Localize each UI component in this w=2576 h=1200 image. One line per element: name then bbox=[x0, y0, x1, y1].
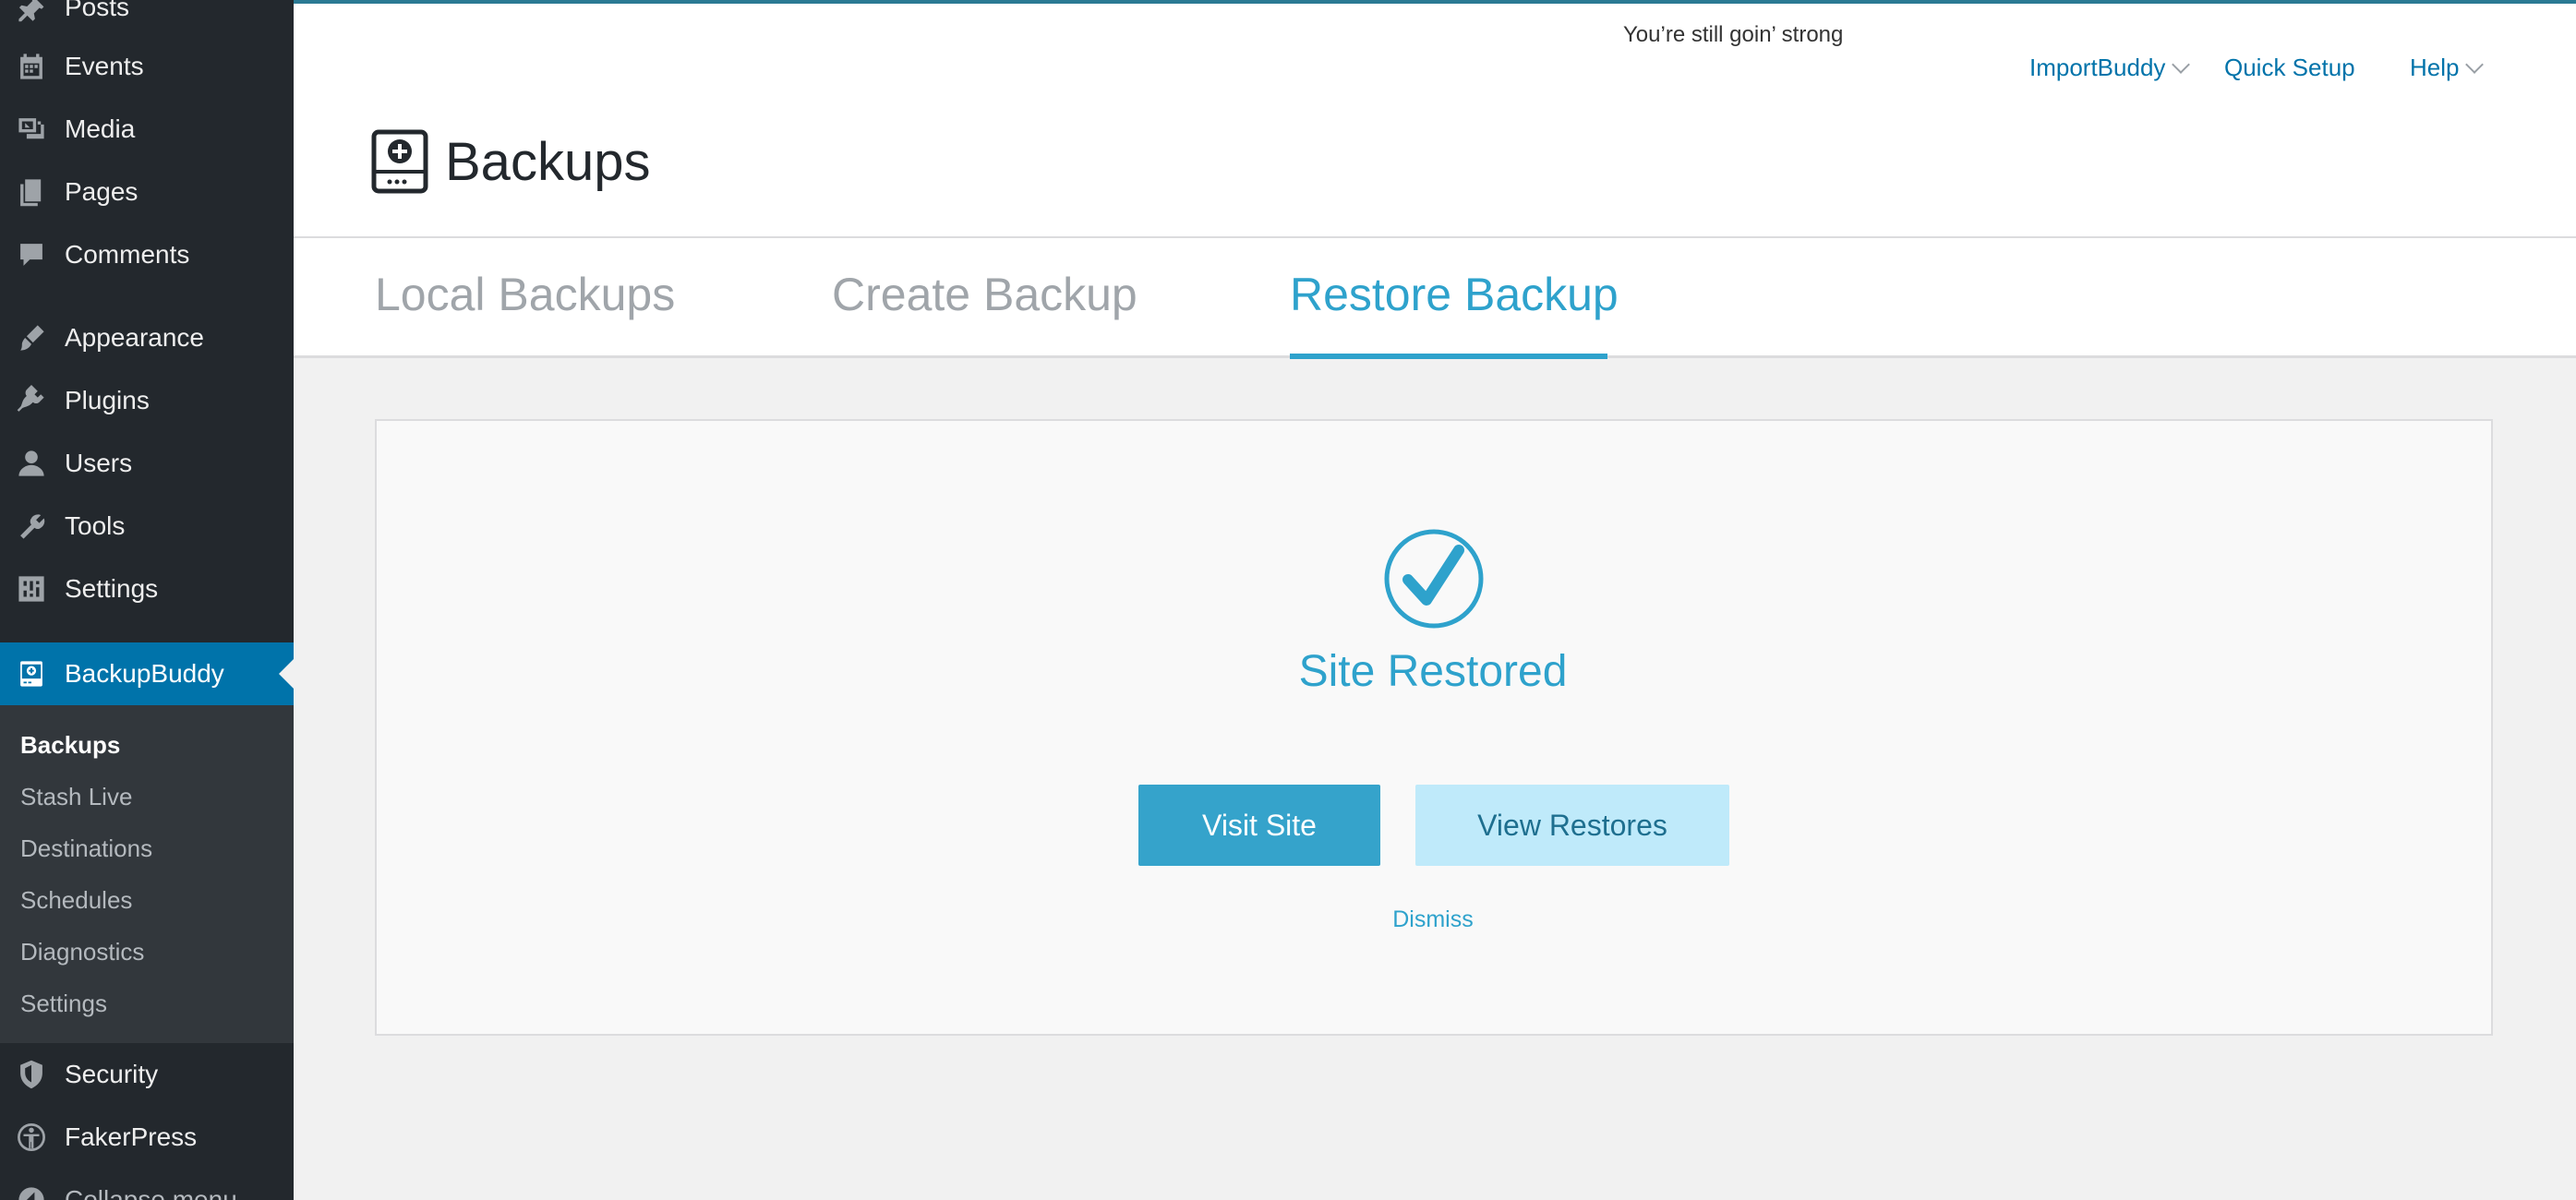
sidebar-item-pages[interactable]: Pages bbox=[0, 164, 294, 220]
sidebar-item-plugins[interactable]: Plugins bbox=[0, 373, 294, 428]
backupbuddy-submenu: Backups Stash Live Destinations Schedule… bbox=[0, 705, 294, 1043]
collapse-icon bbox=[15, 1183, 48, 1200]
chevron-down-icon bbox=[2465, 54, 2485, 74]
admin-sidebar: Posts Events Media Pages Comments Appear… bbox=[0, 0, 294, 1200]
active-tab-indicator bbox=[1290, 354, 1607, 359]
importbuddy-dropdown[interactable]: ImportBuddy bbox=[2029, 54, 2191, 82]
sidebar-item-backupbuddy[interactable]: BackupBuddy bbox=[0, 642, 294, 705]
backupbuddy-icon bbox=[15, 657, 48, 690]
sidebar-item-label: Plugins bbox=[65, 386, 150, 414]
dismiss-link[interactable]: Dismiss bbox=[1341, 906, 1525, 933]
sidebar-item-label: Users bbox=[65, 449, 133, 477]
fakerpress-icon bbox=[15, 1121, 48, 1154]
view-restores-button[interactable]: View Restores bbox=[1415, 785, 1729, 866]
chevron-down-icon bbox=[2172, 54, 2191, 74]
page-title: Backups bbox=[445, 132, 651, 192]
submenu-item-destinations[interactable]: Destinations bbox=[20, 834, 152, 863]
sidebar-item-label: Comments bbox=[65, 240, 190, 269]
sidebar-item-comments[interactable]: Comments bbox=[0, 227, 294, 282]
sidebar-item-events[interactable]: Events bbox=[0, 39, 294, 94]
quick-setup-link[interactable]: Quick Setup bbox=[2224, 54, 2355, 82]
sidebar-item-label: Security bbox=[65, 1060, 159, 1088]
tab-create-backup[interactable]: Create Backup bbox=[832, 268, 1138, 321]
help-label: Help bbox=[2410, 54, 2460, 81]
pushpin-icon bbox=[15, 0, 48, 24]
sidebar-item-settings[interactable]: Settings bbox=[0, 561, 294, 617]
paintbrush-icon bbox=[15, 321, 48, 354]
submenu-item-diagnostics[interactable]: Diagnostics bbox=[20, 938, 144, 966]
visit-site-button[interactable]: Visit Site bbox=[1138, 785, 1380, 866]
submenu-item-schedules[interactable]: Schedules bbox=[20, 886, 132, 915]
sidebar-item-label: Collapse menu bbox=[65, 1185, 237, 1200]
calendar-icon bbox=[15, 50, 48, 83]
sidebar-item-security[interactable]: Security bbox=[0, 1047, 294, 1102]
pages-icon bbox=[15, 175, 48, 209]
sidebar-item-users[interactable]: Users bbox=[0, 436, 294, 491]
submenu-item-stash-live[interactable]: Stash Live bbox=[20, 783, 132, 811]
page-header: You’re still goin’ strong ImportBuddy Qu… bbox=[294, 4, 2576, 236]
help-dropdown[interactable]: Help bbox=[2410, 54, 2485, 82]
sidebar-item-label: Media bbox=[65, 114, 136, 143]
shield-icon bbox=[15, 1058, 48, 1091]
comment-icon bbox=[15, 238, 48, 271]
backup-drive-icon bbox=[371, 129, 428, 194]
media-icon bbox=[15, 113, 48, 146]
submenu-item-backups[interactable]: Backups bbox=[20, 731, 120, 760]
sidebar-item-label: Pages bbox=[65, 177, 138, 206]
sidebar-item-appearance[interactable]: Appearance bbox=[0, 310, 294, 366]
sidebar-item-label: Events bbox=[65, 52, 144, 80]
sidebar-item-label: Posts bbox=[65, 0, 130, 21]
sidebar-item-posts[interactable]: Posts bbox=[0, 0, 294, 35]
tab-local-backups[interactable]: Local Backups bbox=[375, 268, 675, 321]
user-icon bbox=[15, 447, 48, 480]
sidebar-item-label: Appearance bbox=[65, 323, 205, 352]
sidebar-item-label: Tools bbox=[65, 511, 126, 540]
sliders-icon bbox=[15, 572, 48, 606]
sidebar-item-label: Settings bbox=[65, 574, 159, 603]
sidebar-item-label: FakerPress bbox=[65, 1122, 198, 1151]
sidebar-collapse-menu[interactable]: Collapse menu bbox=[0, 1172, 294, 1200]
sidebar-item-media[interactable]: Media bbox=[0, 102, 294, 157]
sidebar-item-tools[interactable]: Tools bbox=[0, 498, 294, 554]
restore-status-title: Site Restored bbox=[1298, 647, 1568, 696]
backup-tabs: Local Backups Create Backup Restore Back… bbox=[294, 238, 2576, 358]
checkmark-circle-icon bbox=[1384, 529, 1484, 629]
restore-status-card bbox=[375, 419, 2493, 1036]
sidebar-item-label: BackupBuddy bbox=[65, 659, 224, 688]
current-menu-pointer bbox=[279, 659, 294, 689]
hello-dolly-notice: You’re still goin’ strong bbox=[1623, 22, 1844, 47]
tab-restore-backup[interactable]: Restore Backup bbox=[1290, 268, 1619, 321]
submenu-item-settings[interactable]: Settings bbox=[20, 990, 107, 1018]
importbuddy-label: ImportBuddy bbox=[2029, 54, 2166, 81]
plug-icon bbox=[15, 384, 48, 417]
sidebar-item-fakerpress[interactable]: FakerPress bbox=[0, 1110, 294, 1165]
wrench-icon bbox=[15, 510, 48, 543]
